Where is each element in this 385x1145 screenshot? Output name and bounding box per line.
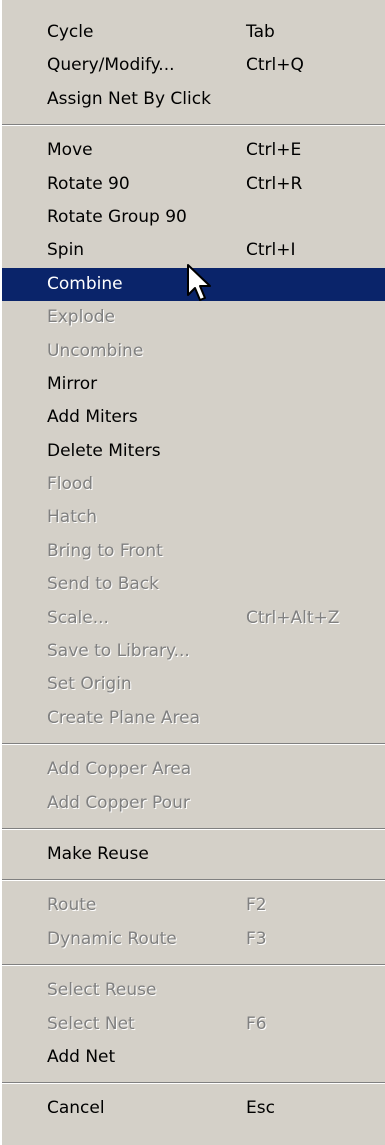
menu-item-set-origin: Set Origin <box>2 668 385 701</box>
menu-item-route: Route F2 <box>2 889 385 922</box>
menu-item-save-to-library: Save to Library... <box>2 635 385 668</box>
menu-item-label: Uncombine <box>47 340 144 361</box>
menu-item-label: Make Reuse <box>47 843 149 864</box>
menu-item-rotate-group-90[interactable]: Rotate Group 90 <box>2 201 385 234</box>
menu-item-create-plane-area: Create Plane Area <box>2 702 385 735</box>
menu-item-cycle[interactable]: Cycle Tab <box>2 16 385 49</box>
menu-item-label: Create Plane Area <box>47 707 201 728</box>
menu-item-shortcut: Ctrl+Q <box>246 55 304 76</box>
menu-item-shortcut: Ctrl+Alt+Z <box>246 607 340 628</box>
menu-separator <box>2 871 385 889</box>
menu-item-label: Add Copper Pour <box>47 792 190 813</box>
menu-item-label: Flood <box>47 474 94 495</box>
menu-item-mirror[interactable]: Mirror <box>2 368 385 401</box>
menu-item-shortcut: F3 <box>246 928 267 949</box>
menu-item-hatch: Hatch <box>2 501 385 534</box>
menu-item-label: Rotate 90 <box>47 173 130 194</box>
menu-item-label: Select Net <box>47 1013 135 1034</box>
menu-item-label: Add Net <box>47 1046 116 1067</box>
menu-item-label: Cycle <box>47 22 94 42</box>
menu-item-move[interactable]: Move Ctrl+E <box>2 134 385 167</box>
menu-item-cancel[interactable]: Cancel Esc <box>2 1092 385 1125</box>
menu-item-label: Route <box>47 895 97 916</box>
menu-item-shortcut: Esc <box>246 1098 275 1119</box>
menu-item-delete-miters[interactable]: Delete Miters <box>2 435 385 468</box>
menu-separator <box>2 820 385 838</box>
menu-item-shortcut: Ctrl+R <box>246 173 303 194</box>
menu-item-label: Set Origin <box>47 674 132 695</box>
menu-separator <box>2 735 385 753</box>
context-menu: Cycle Tab Query/Modify... Ctrl+Q Assign Net … <box>0 0 385 1145</box>
menu-item-select-reuse: Select Reuse <box>2 974 385 1007</box>
menu-item-scale: Scale... Ctrl+Alt+Z <box>2 602 385 635</box>
menu-item-label: Assign Net By Click <box>47 88 211 109</box>
menu-item-label: Bring to Front <box>47 540 163 561</box>
menu-item-send-to-back: Send to Back <box>2 568 385 601</box>
menu-item-dynamic-route: Dynamic Route F3 <box>2 923 385 956</box>
menu-item-label: Add Copper Area <box>47 759 192 780</box>
menu-item-uncombine: Uncombine <box>2 335 385 368</box>
menu-item-shortcut: Tab <box>246 22 275 42</box>
menu-item-add-copper-area: Add Copper Area <box>2 753 385 786</box>
menu-item-label: Combine <box>47 273 123 294</box>
menu-item-label: Mirror <box>47 373 98 394</box>
menu-item-label: Rotate Group 90 <box>47 206 187 227</box>
menu-item-add-net[interactable]: Add Net <box>2 1041 385 1074</box>
menu-separator <box>2 1074 385 1092</box>
menu-item-label: Explode <box>47 307 115 328</box>
menu-item-label: Add Miters <box>47 407 138 428</box>
menu-item-label: Spin <box>47 240 85 261</box>
menu-item-label: Send to Back <box>47 574 159 595</box>
menu-item-label: Delete Miters <box>47 440 161 461</box>
menu-item-add-copper-pour: Add Copper Pour <box>2 787 385 820</box>
menu-separator <box>2 956 385 974</box>
menu-item-shortcut: F2 <box>246 895 267 916</box>
menu-item-assign-net-by-click[interactable]: Assign Net By Click <box>2 83 385 116</box>
menu-item-label: Dynamic Route <box>47 928 177 949</box>
menu-item-select-net: Select Net F6 <box>2 1008 385 1041</box>
menu-item-label: Save to Library... <box>47 641 190 662</box>
menu-item-flood: Flood <box>2 468 385 501</box>
menu-item-label: Hatch <box>47 507 97 528</box>
arrow-pointer-icon <box>187 264 211 301</box>
menu-separator <box>2 116 385 134</box>
menu-item-query-modify[interactable]: Query/Modify... Ctrl+Q <box>2 49 385 82</box>
menu-item-add-miters[interactable]: Add Miters <box>2 401 385 434</box>
menu-item-make-reuse[interactable]: Make Reuse <box>2 838 385 871</box>
menu-item-shortcut: F6 <box>246 1013 267 1034</box>
menu-item-label: Select Reuse <box>47 980 157 1001</box>
menu-item-shortcut: Ctrl+E <box>246 140 302 161</box>
menu-item-label: Scale... <box>47 607 109 628</box>
menu-item-label: Query/Modify... <box>47 55 175 76</box>
menu-item-shortcut: Ctrl+I <box>246 240 296 261</box>
menu-item-label: Move <box>47 140 93 161</box>
menu-item-bring-to-front: Bring to Front <box>2 535 385 568</box>
menu-item-rotate-90[interactable]: Rotate 90 Ctrl+R <box>2 168 385 201</box>
menu-item-label: Cancel <box>47 1098 105 1119</box>
